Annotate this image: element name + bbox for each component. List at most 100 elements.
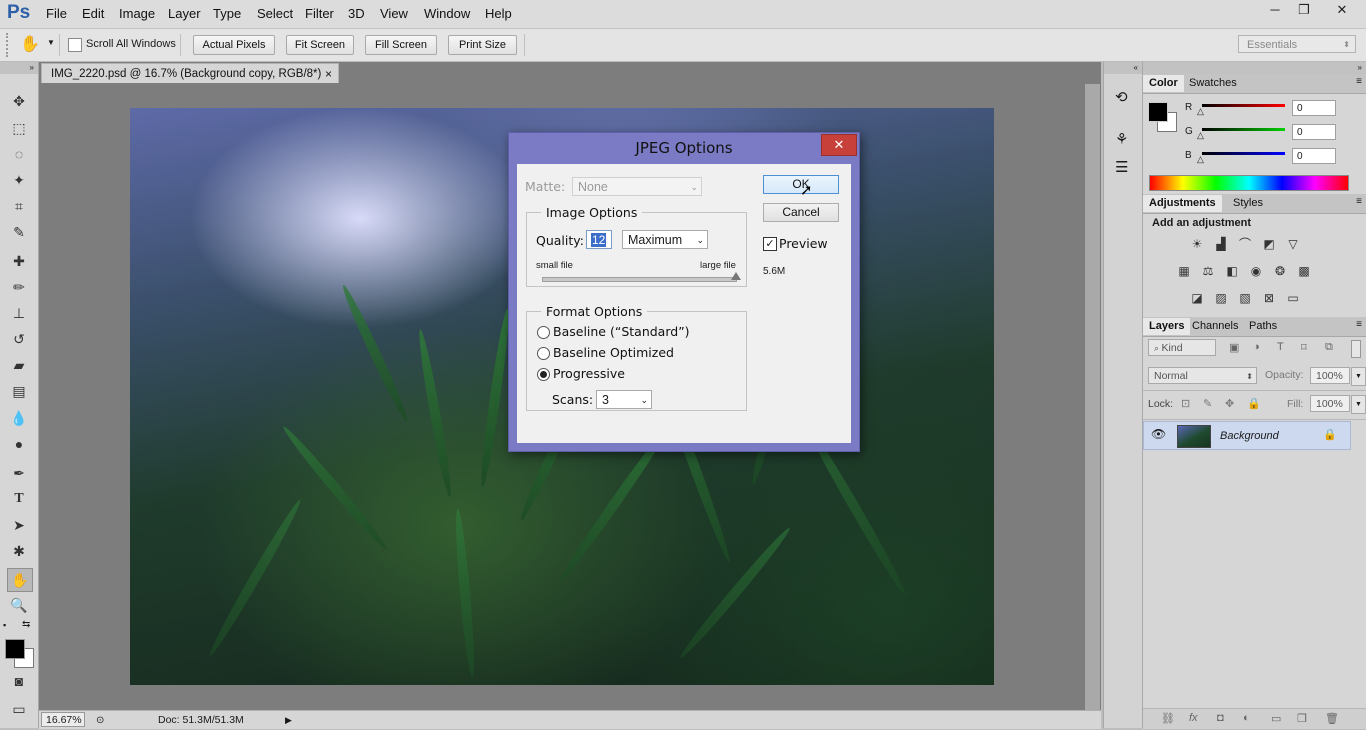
- slider-thumb-icon[interactable]: △: [1197, 106, 1204, 117]
- lock-all-icon[interactable]: 🔒: [1247, 397, 1261, 410]
- dialog-close-button[interactable]: ✕: [821, 134, 857, 156]
- collapse-icon[interactable]: «: [1104, 62, 1142, 74]
- dodge-tool-icon[interactable]: ●: [7, 433, 31, 455]
- new-layer-icon[interactable]: ❐: [1297, 712, 1307, 725]
- threshold-icon[interactable]: ▧: [1236, 291, 1254, 305]
- blend-mode-select[interactable]: Normal ⬍: [1148, 367, 1257, 384]
- channel-b-input[interactable]: 0: [1292, 148, 1336, 164]
- baseline-standard-radio[interactable]: [537, 326, 550, 339]
- photo-filter-icon[interactable]: ◉: [1247, 264, 1265, 278]
- document-tab[interactable]: IMG_2220.psd @ 16.7% (Background copy, R…: [41, 63, 339, 83]
- lock-image-icon[interactable]: ✎: [1203, 397, 1212, 410]
- panel-menu-icon[interactable]: ≡: [1356, 319, 1362, 330]
- minimize-button[interactable]: ─: [1260, 0, 1290, 20]
- opacity-input[interactable]: 100%: [1310, 367, 1350, 384]
- hand-tool-icon[interactable]: ✋: [7, 568, 33, 592]
- menu-view[interactable]: View: [380, 6, 408, 21]
- history-brush-icon[interactable]: ↺: [7, 328, 31, 350]
- menu-file[interactable]: File: [46, 6, 67, 21]
- visibility-eye-icon[interactable]: 👁: [1151, 427, 1166, 441]
- quality-input[interactable]: 12: [586, 230, 612, 249]
- channel-b-slider[interactable]: [1202, 152, 1285, 155]
- blur-tool-icon[interactable]: 💧: [7, 407, 31, 429]
- fill-input[interactable]: 100%: [1310, 395, 1350, 412]
- fg-color-swatch[interactable]: [1148, 102, 1168, 122]
- smart-filter-icon[interactable]: ⧉: [1325, 341, 1333, 354]
- curves-icon[interactable]: ⌒: [1236, 237, 1254, 251]
- channel-g-slider[interactable]: [1202, 128, 1285, 131]
- quality-preset-select[interactable]: Maximum ⌄: [622, 230, 708, 249]
- hand-tool-icon[interactable]: ✋: [20, 34, 40, 54]
- color-spectrum-bar[interactable]: [1149, 175, 1349, 191]
- menu-3d[interactable]: 3D: [348, 6, 365, 21]
- fill-screen-button[interactable]: Fill Screen: [365, 35, 437, 55]
- foreground-color-swatch[interactable]: [5, 639, 25, 659]
- collapse-icon[interactable]: »: [1143, 62, 1366, 74]
- brush-presets-icon[interactable]: ⚘: [1115, 130, 1128, 148]
- type-tool-icon[interactable]: T: [7, 488, 31, 510]
- adjustment-filter-icon[interactable]: ◑: [1253, 341, 1260, 353]
- tab-styles[interactable]: Styles: [1227, 195, 1269, 212]
- healing-brush-icon[interactable]: ✚: [7, 250, 31, 272]
- crop-tool-icon[interactable]: ⌗: [7, 195, 31, 217]
- tab-swatches[interactable]: Swatches: [1183, 75, 1243, 92]
- adjustment-layer-icon[interactable]: ◐: [1243, 712, 1250, 724]
- slider-thumb-icon[interactable]: △: [1197, 154, 1204, 165]
- menu-layer[interactable]: Layer: [168, 6, 201, 21]
- menu-window[interactable]: Window: [424, 6, 470, 21]
- progressive-radio[interactable]: [537, 368, 550, 381]
- swap-colors-icon[interactable]: ⇆: [22, 619, 30, 630]
- quick-mask-icon[interactable]: ◙: [7, 670, 31, 692]
- matte-select[interactable]: None ⌄: [572, 177, 702, 196]
- lasso-tool-icon[interactable]: ◌: [7, 143, 31, 165]
- print-size-button[interactable]: Print Size: [448, 35, 517, 55]
- panel-menu-icon[interactable]: ≡: [1356, 76, 1362, 87]
- levels-icon[interactable]: ▟: [1212, 237, 1230, 251]
- vertical-scrollbar[interactable]: [1085, 84, 1100, 710]
- menu-edit[interactable]: Edit: [82, 6, 104, 21]
- properties-panel-icon[interactable]: ☰: [1115, 158, 1128, 176]
- magic-wand-icon[interactable]: ✦: [7, 169, 31, 191]
- kind-filter-select[interactable]: ⌕ Kind: [1148, 339, 1216, 356]
- new-group-icon[interactable]: ▭: [1271, 712, 1281, 725]
- zoom-field[interactable]: 16.67%: [41, 712, 85, 727]
- scans-select[interactable]: 3 ⌄: [596, 390, 652, 409]
- preview-checkbox[interactable]: ✓: [763, 237, 777, 251]
- path-selection-icon[interactable]: ➤: [7, 514, 31, 536]
- marquee-tool-icon[interactable]: ⬚: [7, 117, 31, 139]
- tab-color[interactable]: Color: [1143, 75, 1184, 92]
- filter-toggle[interactable]: [1351, 340, 1361, 358]
- posterize-icon[interactable]: ▨: [1212, 291, 1230, 305]
- vibrance-icon[interactable]: ▽: [1284, 237, 1302, 251]
- type-filter-icon[interactable]: T: [1277, 341, 1284, 353]
- pen-tool-icon[interactable]: ✒: [7, 462, 31, 484]
- black-white-icon[interactable]: ◧: [1223, 264, 1241, 278]
- gradient-map-icon[interactable]: ▭: [1284, 291, 1302, 305]
- screen-mode-icon[interactable]: ▭: [7, 698, 31, 720]
- exposure-icon[interactable]: ◩: [1260, 237, 1278, 251]
- brightness-icon[interactable]: ☀: [1188, 237, 1206, 251]
- tab-layers[interactable]: Layers: [1143, 318, 1191, 335]
- menu-image[interactable]: Image: [119, 6, 155, 21]
- default-colors-icon[interactable]: ▪: [3, 620, 6, 630]
- color-balance-icon[interactable]: ⚖: [1199, 264, 1217, 278]
- tab-paths[interactable]: Paths: [1243, 318, 1283, 335]
- channel-r-slider[interactable]: [1202, 104, 1285, 107]
- cancel-button[interactable]: Cancel: [763, 203, 839, 222]
- close-window-button[interactable]: ✕: [1322, 0, 1362, 20]
- pixel-filter-icon[interactable]: ▣: [1229, 341, 1239, 354]
- chevron-down-icon[interactable]: ▼: [1351, 367, 1366, 386]
- lock-transparent-icon[interactable]: ⊡: [1181, 397, 1190, 410]
- shape-tool-icon[interactable]: ✱: [7, 540, 31, 562]
- eraser-tool-icon[interactable]: ▰: [7, 354, 31, 376]
- link-layers-icon[interactable]: ⛓: [1161, 712, 1175, 725]
- panel-menu-icon[interactable]: ≡: [1356, 196, 1362, 207]
- history-panel-icon[interactable]: ⟲: [1115, 88, 1128, 106]
- menu-filter[interactable]: Filter: [305, 6, 334, 21]
- scroll-all-checkbox[interactable]: [68, 38, 82, 52]
- status-menu-icon[interactable]: ⊙: [96, 712, 104, 730]
- color-lookup-icon[interactable]: ▩: [1295, 264, 1313, 278]
- zoom-tool-icon[interactable]: 🔍: [7, 594, 31, 616]
- channel-r-input[interactable]: 0: [1292, 100, 1336, 116]
- tab-adjustments[interactable]: Adjustments: [1143, 195, 1222, 212]
